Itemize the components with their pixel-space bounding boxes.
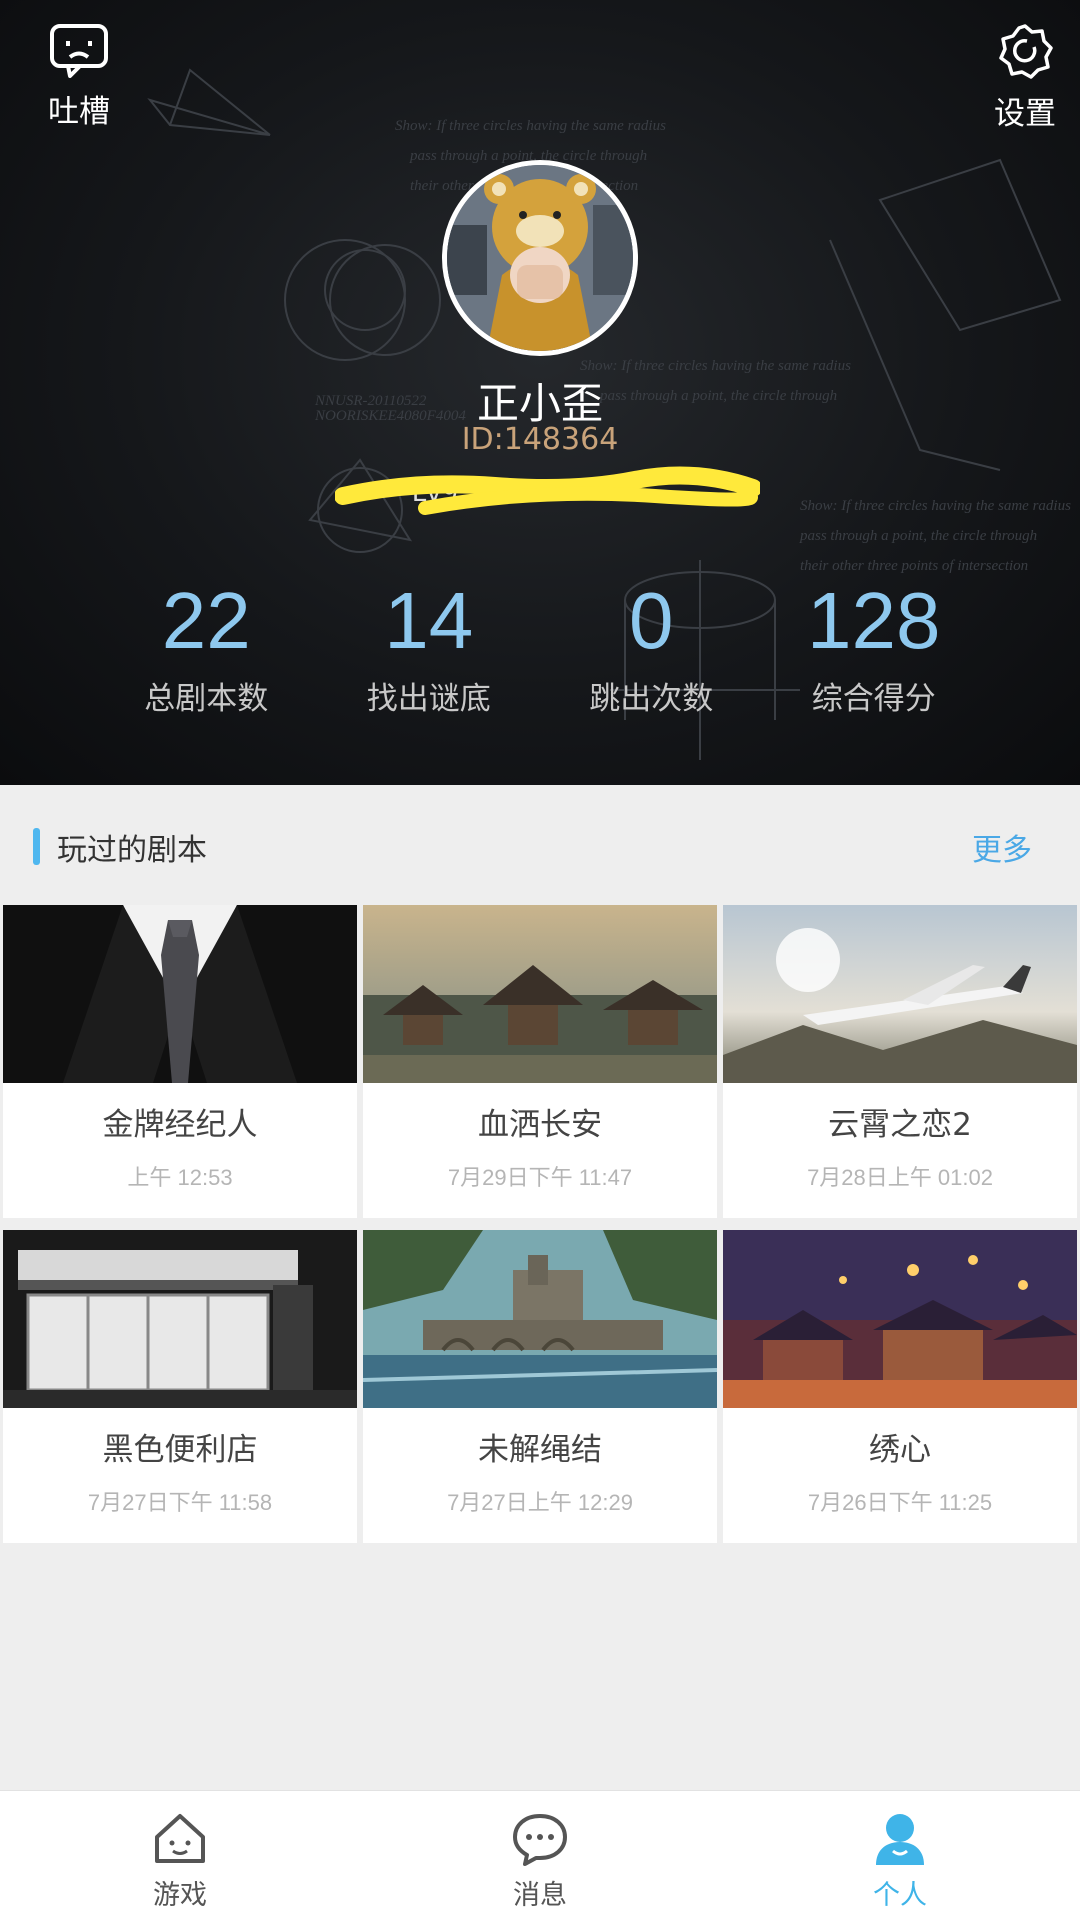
script-card[interactable]: 云霄之恋2 7月28日上午 01:02 [723,905,1077,1218]
stat-label: 跳出次数 [589,681,714,717]
person-icon [876,1814,924,1865]
script-time: 上午 12:53 [127,1165,233,1190]
script-time: 7月26日下午 11:25 [807,1490,993,1515]
script-card[interactable]: 黑色便利店 7月27日下午 11:58 [3,1230,357,1543]
played-scripts-grid: 金牌经纪人 上午 12:53 血洒长安 7月29日下午 11:47 云霄之恋2 … [3,905,1077,1543]
settings-label: 设置 [994,96,1056,132]
stat-label: 总剧本数 [144,681,269,717]
stats-row: 22 总剧本数 14 找出谜底 0 跳出次数 128 综合得分 [95,575,985,718]
chat-bubble-icon [513,1814,567,1866]
user-id: ID:148364 [461,422,619,457]
stat-label: 综合得分 [811,681,936,717]
more-button[interactable]: 更多 [972,825,1032,869]
stat-score: 128 综合得分 [763,575,986,718]
nav-messages[interactable]: 消息 [360,1791,720,1920]
stat-value: 0 [629,576,674,665]
script-title: 绣心 [869,1432,931,1468]
suit-tie-image [3,905,357,1083]
nav-profile[interactable]: 个人 [720,1791,1080,1920]
sad-chat-icon [50,24,108,78]
script-time: 7月27日下午 11:58 [87,1490,273,1515]
played-scripts-header: 玩过的剧本 更多 [0,785,1080,905]
complain-label: 吐槽 [48,94,110,130]
svg-text:Show: If three circles having: Show: If three circles having the same r… [395,118,666,134]
script-title: 未解绳结 [478,1432,602,1468]
script-card[interactable]: 绣心 7月26日下午 11:25 [723,1230,1077,1543]
avatar-image [447,165,633,351]
avatar[interactable] [442,160,638,356]
svg-text:pass through a point, the circ: pass through a point, the circle through [799,528,1037,544]
nav-label: 游戏 [153,1880,207,1911]
nav-game[interactable]: 游戏 [0,1791,360,1920]
nav-label: 个人 [873,1880,927,1911]
settings-gear-icon [999,24,1053,79]
stat-value: 14 [384,576,474,665]
script-time: 7月29日下午 11:47 [447,1165,633,1190]
ancient-city-image [363,905,717,1083]
script-title: 血洒长安 [478,1107,602,1143]
complain-button[interactable]: 吐槽 [14,22,144,131]
stat-quits: 0 跳出次数 [540,575,763,718]
settings-button[interactable]: 设置 [960,22,1080,133]
castle-river-image [363,1230,717,1408]
stat-label: 找出谜底 [366,681,491,717]
redaction-scribble [335,466,760,515]
lantern-palace-image [723,1230,1077,1408]
script-card[interactable]: 未解绳结 7月27日上午 12:29 [363,1230,717,1543]
script-time: 7月28日上午 01:02 [807,1165,993,1190]
convenience-store-image [3,1230,357,1408]
script-title: 黑色便利店 [102,1432,258,1468]
script-time: 7月27日上午 12:29 [447,1490,633,1515]
airplane-image [723,905,1077,1083]
section-title: 玩过的剧本 [57,833,207,868]
stat-value: 22 [161,576,251,665]
script-card[interactable]: 金牌经纪人 上午 12:53 [3,905,357,1218]
house-icon [155,1814,205,1863]
script-title: 云霄之恋2 [828,1107,972,1143]
svg-text:their other three points of in: their other three points of intersection [800,558,1028,574]
bottom-nav: 游戏 消息 个人 [0,1790,1080,1920]
nav-label: 消息 [513,1880,567,1911]
stat-value: 128 [807,576,941,665]
stat-solved: 14 找出谜底 [318,575,541,718]
section-accent-bar [33,828,40,865]
script-card[interactable]: 血洒长安 7月29日下午 11:47 [363,905,717,1218]
profile-header: Show: If three circles having the same r… [0,0,1080,785]
script-title: 金牌经纪人 [102,1107,258,1143]
stat-total-scripts: 22 总剧本数 [95,575,318,718]
